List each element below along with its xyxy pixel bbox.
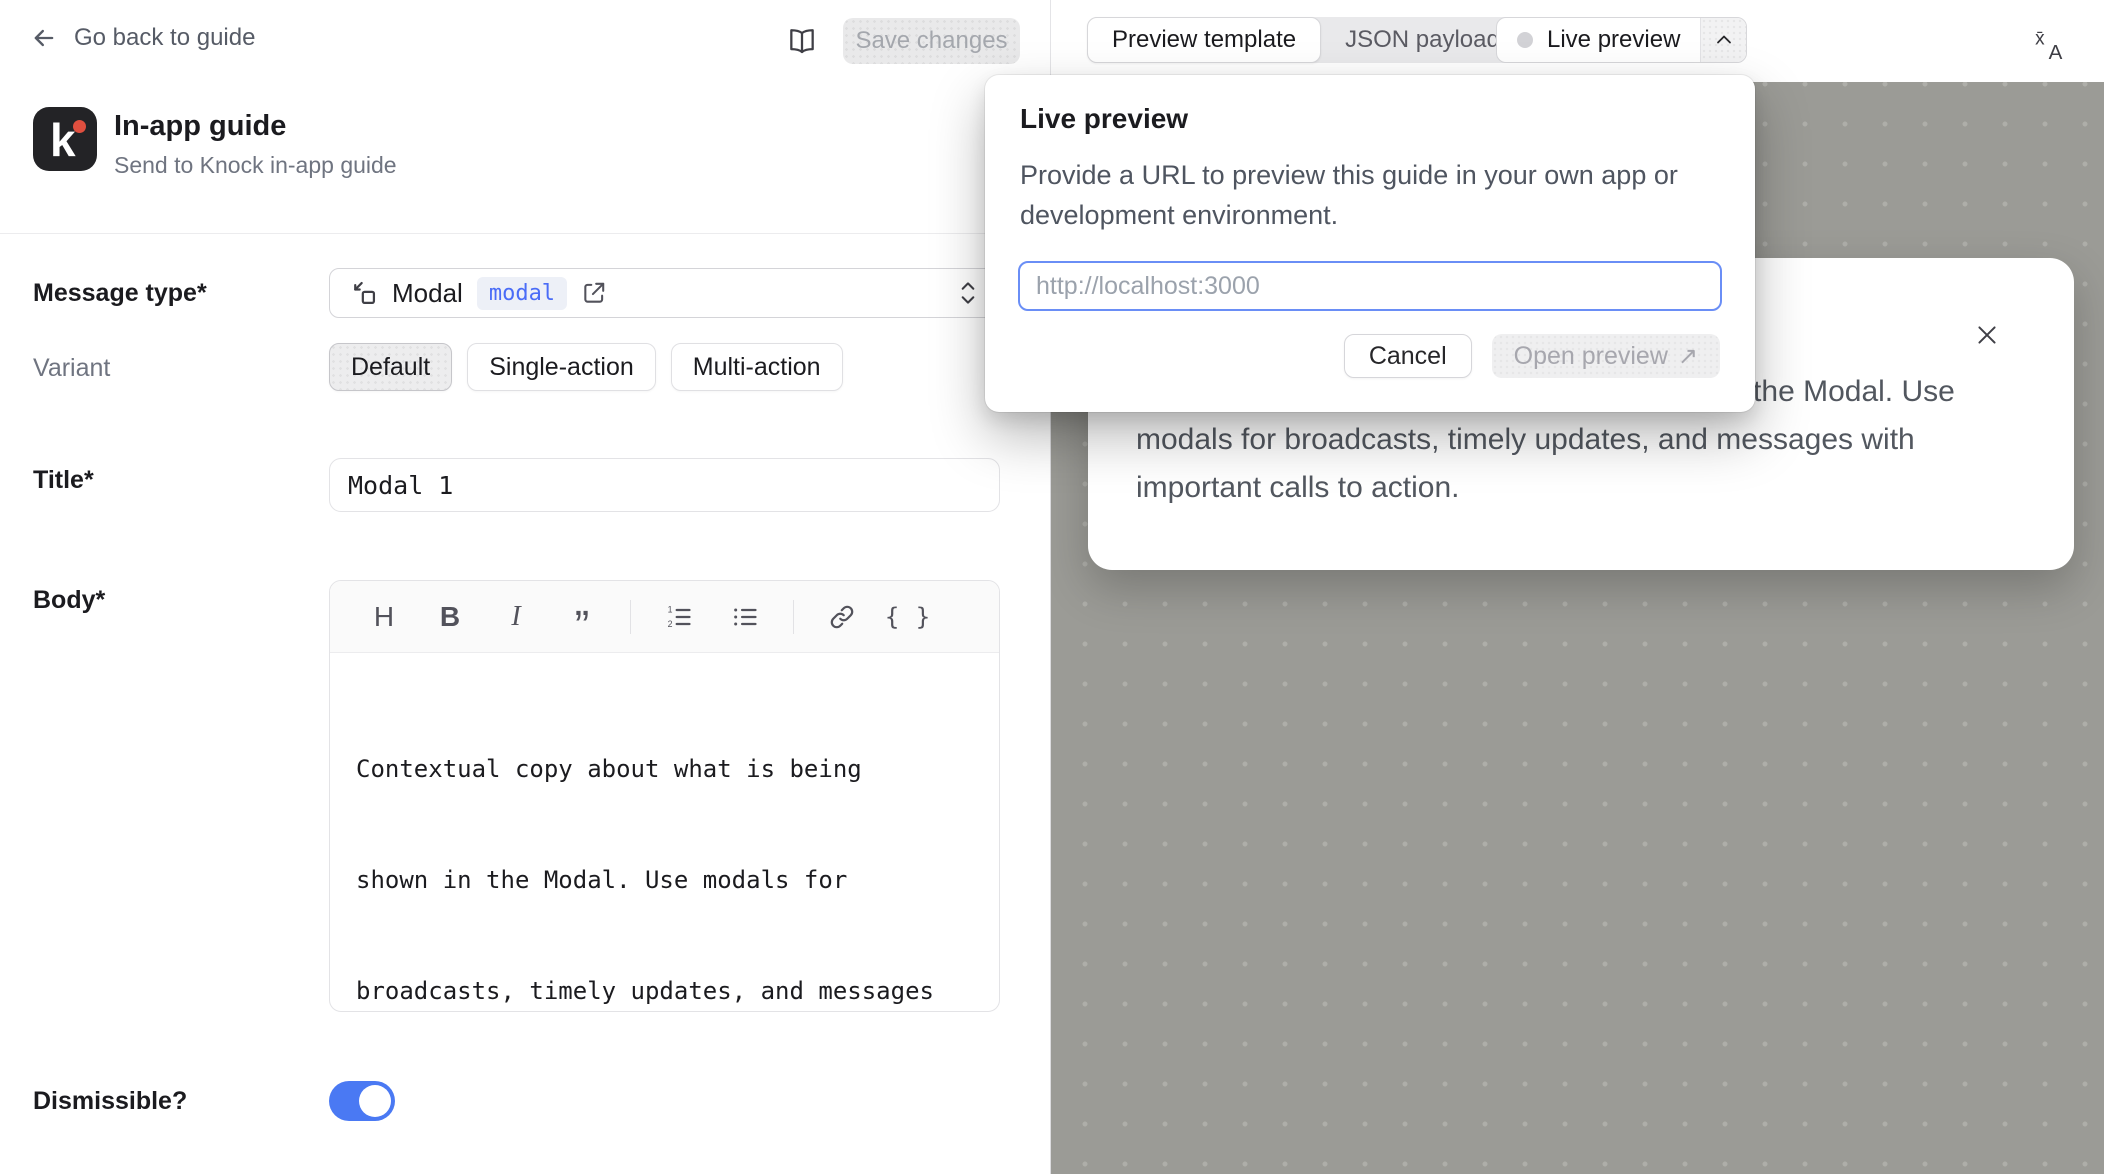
bullet-list-icon[interactable] <box>719 594 771 640</box>
toolbar-divider <box>793 600 794 634</box>
select-chevrons-icon <box>957 277 979 309</box>
bold-icon[interactable]: B <box>424 594 476 640</box>
preview-url-input[interactable] <box>1018 261 1722 311</box>
header-divider <box>1050 0 1051 82</box>
message-type-badge: modal <box>477 277 567 310</box>
variables-braces-icon[interactable]: { } <box>882 594 934 640</box>
message-type-label: Message type* <box>33 279 207 308</box>
knock-logo: k <box>33 107 97 171</box>
arrow-left-icon <box>30 24 58 52</box>
dismissible-label: Dismissible? <box>33 1087 187 1116</box>
variant-single-action-button[interactable]: Single-action <box>467 343 656 391</box>
section-divider <box>0 233 1050 234</box>
popover-actions: Cancel Open preview ↗ <box>1344 334 1720 378</box>
external-link-icon[interactable] <box>581 280 607 306</box>
ordered-list-icon[interactable]: 12 <box>653 594 705 640</box>
tab-preview-template[interactable]: Preview template <box>1087 17 1321 63</box>
live-preview-split-button[interactable]: Live preview <box>1496 17 1747 63</box>
live-preview-label: Live preview <box>1547 26 1680 54</box>
title-input[interactable] <box>329 458 1000 512</box>
chevron-up-icon <box>1712 28 1736 52</box>
popover-description-line: Provide a URL to preview this guide in y… <box>1020 155 1678 195</box>
status-dot-icon <box>1517 32 1533 48</box>
live-preview-main[interactable]: Live preview <box>1497 18 1700 62</box>
svg-text:A: A <box>2049 41 2063 62</box>
knock-logo-letter: k <box>50 113 76 167</box>
body-editor[interactable]: H B I ” 12 { } Contextual copy about wha… <box>329 580 1000 1012</box>
variant-options: Default Single-action Multi-action <box>329 343 843 391</box>
variant-label: Variant <box>33 354 110 383</box>
popover-title: Live preview <box>1020 103 1188 135</box>
svg-text:2: 2 <box>668 619 673 629</box>
page: Contextual copy about what is being show… <box>0 0 2104 1174</box>
message-type-select[interactable]: Modal modal <box>329 268 1000 318</box>
modal-preview-line: modals for broadcasts, timely updates, a… <box>1136 416 1955 464</box>
popover-description: Provide a URL to preview this guide in y… <box>1020 155 1678 235</box>
book-icon[interactable] <box>786 25 818 62</box>
italic-icon[interactable]: I <box>490 594 542 640</box>
message-type-value: Modal <box>392 278 463 309</box>
modal-type-icon <box>350 279 378 307</box>
body-line: shown in the Modal. Use modals for <box>356 862 973 899</box>
open-preview-label: Open preview <box>1514 342 1668 371</box>
link-icon[interactable] <box>816 594 868 640</box>
variant-multi-action-button[interactable]: Multi-action <box>671 343 843 391</box>
svg-text:x̄: x̄ <box>2035 29 2045 50</box>
body-editor-toolbar: H B I ” 12 { } <box>330 581 999 653</box>
save-changes-button[interactable]: Save changes <box>843 18 1020 64</box>
tab-json-payload[interactable]: JSON payload <box>1321 17 1524 63</box>
svg-text:1: 1 <box>668 604 673 614</box>
preview-mode-tabs: Preview template JSON payload <box>1087 17 1524 63</box>
heading-icon[interactable]: H <box>358 594 410 640</box>
live-preview-caret[interactable] <box>1700 18 1746 62</box>
variant-default-button[interactable]: Default <box>329 343 452 391</box>
channel-subtitle: Send to Knock in-app guide <box>114 152 397 179</box>
channel-title: In-app guide <box>114 110 286 143</box>
cancel-button[interactable]: Cancel <box>1344 334 1472 378</box>
popover-description-line: development environment. <box>1020 195 1678 235</box>
body-editor-content[interactable]: Contextual copy about what is being show… <box>330 653 999 1012</box>
back-to-guide-link[interactable]: Go back to guide <box>30 24 255 52</box>
top-toolbar: Go back to guide Save changes Preview te… <box>0 0 2104 82</box>
body-line: Contextual copy about what is being <box>356 751 973 788</box>
arrow-up-right-icon: ↗ <box>1678 342 1698 371</box>
modal-preview-line: important calls to action. <box>1136 464 1955 512</box>
toolbar-divider <box>630 600 631 634</box>
live-preview-popover: Live preview Provide a URL to preview th… <box>985 75 1755 412</box>
blockquote-icon[interactable]: ” <box>556 594 608 640</box>
back-to-guide-label: Go back to guide <box>74 24 255 52</box>
template-editor-panel: k In-app guide Send to Knock in-app guid… <box>0 82 1050 1174</box>
title-label: Title* <box>33 466 94 495</box>
close-icon[interactable] <box>1970 318 2004 352</box>
toggle-knob <box>359 1085 391 1117</box>
body-line: broadcasts, timely updates, and messages <box>356 973 973 1010</box>
open-preview-button[interactable]: Open preview ↗ <box>1492 334 1720 378</box>
translate-icon[interactable]: x̄A <box>2032 24 2070 67</box>
knock-logo-dot <box>73 120 86 133</box>
body-label: Body* <box>33 586 105 615</box>
dismissible-toggle[interactable] <box>329 1081 395 1121</box>
